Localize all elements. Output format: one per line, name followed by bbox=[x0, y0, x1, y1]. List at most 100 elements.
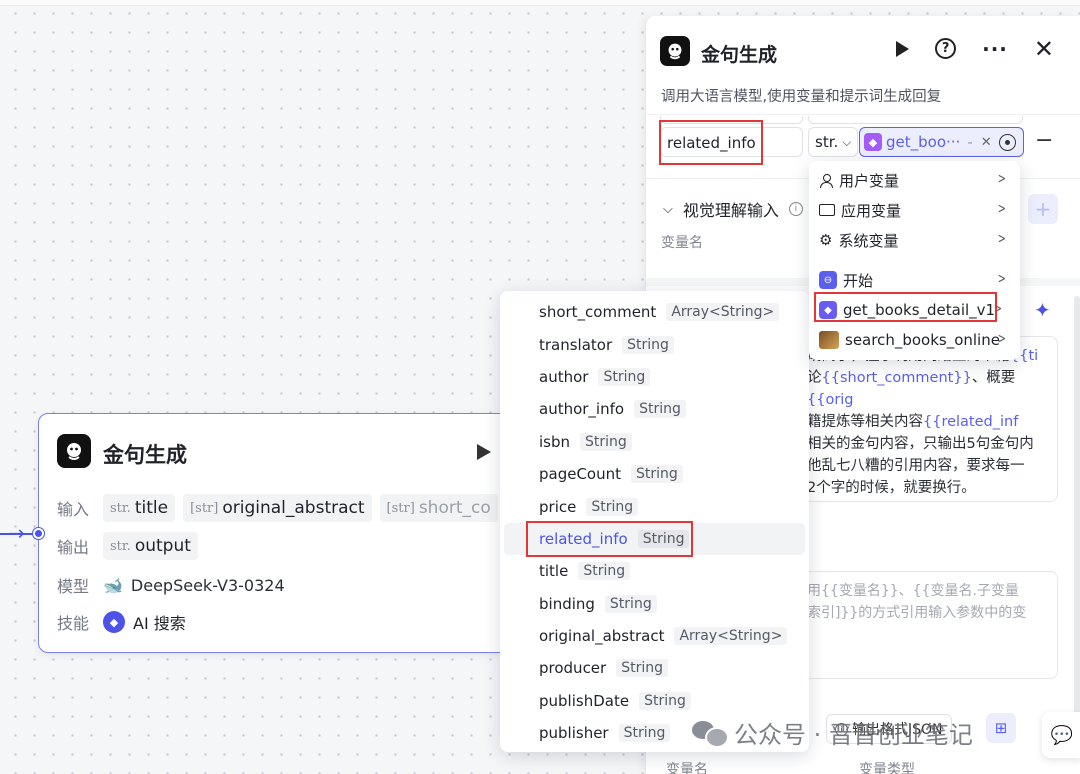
prompt-seg: 相关的金句内容，只输出5句金句内 bbox=[807, 436, 1034, 452]
field-item-selected[interactable]: related_info String bbox=[504, 522, 805, 556]
menu-item-system-variables[interactable]: ⚙ 系统变量 > bbox=[809, 225, 1020, 255]
chevron-right-icon: > bbox=[998, 201, 1007, 217]
prompt-editor[interactable]: 成高手，擅于利用网络上的书籍{{ti 论{{short_comment}}、概要… bbox=[796, 336, 1058, 502]
variable-type-select[interactable]: str. ⌵ bbox=[808, 127, 858, 157]
top-strip bbox=[0, 0, 1080, 6]
skill-label: 技能 bbox=[57, 614, 90, 633]
vision-input-section[interactable]: ⌵ 视觉理解输入 i bbox=[663, 197, 803, 221]
remove-row-icon[interactable]: − bbox=[1035, 128, 1053, 153]
menu-item-start[interactable]: ⊖ 开始 > bbox=[809, 265, 1020, 295]
field-item[interactable]: author_info String bbox=[500, 393, 809, 425]
cube-icon: ◆ bbox=[819, 301, 837, 319]
variable-name-input[interactable]: related_info bbox=[660, 127, 803, 157]
output-label: 输出 bbox=[57, 538, 90, 557]
output-tag: str. output bbox=[103, 532, 198, 560]
variable-source-menu: 用户变量 > 应用变量 > ⚙ 系统变量 > ⊖ 开始 > ◆ get_book… bbox=[809, 161, 1020, 360]
field-item[interactable]: title String bbox=[500, 555, 809, 587]
target-icon[interactable] bbox=[998, 133, 1016, 151]
node-inputs-row: 输入 str. title [str] original_abstract [str… bbox=[57, 494, 498, 522]
chevron-right-icon: > bbox=[994, 301, 1003, 317]
chevron-right-icon: > bbox=[998, 331, 1007, 347]
prompt-seg: 籍提炼等相关内容 bbox=[807, 414, 923, 430]
field-item[interactable]: producer String bbox=[500, 652, 809, 684]
more-icon[interactable]: ··· bbox=[982, 39, 1008, 59]
llm-node-card[interactable]: 金句生成 输入 str. title [str] original_abstract… bbox=[38, 413, 518, 653]
prompt-seg: 他乱七八糟的引用内容，要求每一 bbox=[807, 458, 1025, 474]
menu-item-app-variables[interactable]: 应用变量 > bbox=[809, 195, 1020, 225]
prompt-seg: 论 bbox=[807, 370, 822, 386]
ai-optimize-icon[interactable]: ✦ bbox=[1034, 298, 1051, 322]
chevron-down-icon: ⌵ bbox=[663, 201, 673, 217]
gear-icon: ⚙ bbox=[819, 230, 833, 249]
variable-reference-field[interactable]: ◆ get_boo··· - ✕ bbox=[859, 127, 1024, 157]
field-item[interactable]: original_abstract Array<String> bbox=[500, 620, 809, 652]
node-skill-row: 技能 ◆ AI 搜索 bbox=[57, 610, 186, 634]
node-input-port[interactable] bbox=[33, 528, 44, 539]
chevron-down-icon: ⌵ bbox=[842, 134, 852, 149]
whale-icon: 🐋 bbox=[103, 575, 123, 595]
panel-description: 调用大语言模型,使用变量和提示词生成回复 bbox=[661, 89, 942, 105]
field-item[interactable]: author String bbox=[500, 361, 809, 393]
field-item[interactable]: binding String bbox=[500, 588, 809, 620]
divider bbox=[646, 114, 1080, 115]
prompt-var: {{orig bbox=[807, 392, 854, 408]
run-icon[interactable] bbox=[896, 40, 910, 57]
watermark: 公众号 · 晋晋创业笔记 bbox=[692, 715, 973, 750]
column-var-name: 变量名 bbox=[666, 762, 708, 774]
previous-row-name bbox=[660, 116, 803, 124]
type-value: str. bbox=[815, 133, 839, 151]
field-item[interactable]: pageCount String bbox=[500, 458, 809, 490]
input-tag-short-comment: [str] short_co bbox=[379, 494, 498, 522]
node-run-icon[interactable] bbox=[477, 444, 491, 460]
chevron-right-icon: > bbox=[998, 231, 1007, 247]
node-output-row: 输出 str. output bbox=[57, 532, 198, 560]
user-icon bbox=[819, 173, 833, 188]
var-name-header: 变量名 bbox=[661, 235, 703, 251]
field-select-menu: short_comment Array<String> translator Str… bbox=[500, 291, 809, 752]
folder-icon bbox=[819, 204, 835, 216]
node-title: 金句生成 bbox=[103, 443, 187, 467]
wechat-icon bbox=[692, 719, 729, 748]
menu-item-get-books-detail[interactable]: ◆ get_books_detail_v1 > bbox=[813, 295, 1016, 325]
reference-value: get_boo··· bbox=[886, 133, 961, 151]
menu-item-user-variables[interactable]: 用户变量 > bbox=[809, 165, 1020, 195]
add-vision-input-button[interactable]: + bbox=[1028, 194, 1058, 224]
output-prompt-editor[interactable]: 用{{变量名}}、{{变量名.子变量 索引]}}的方式引用输入参数中的变 bbox=[796, 571, 1058, 679]
ai-search-icon: ◆ bbox=[103, 611, 125, 633]
chevron-right-icon: > bbox=[998, 171, 1007, 187]
info-icon: i bbox=[788, 202, 803, 216]
field-item[interactable]: isbn String bbox=[500, 426, 809, 458]
field-item[interactable]: short_comment Array<String> bbox=[500, 296, 809, 328]
model-name: DeepSeek-V3-0324 bbox=[130, 575, 285, 595]
node-model-row: 模型 🐋 DeepSeek-V3-0324 bbox=[57, 573, 285, 597]
node-logo-icon bbox=[57, 434, 91, 468]
panel-logo-icon bbox=[660, 36, 690, 66]
prompt-var: {{related_inf bbox=[923, 414, 1019, 430]
prompt-seg: 、概要 bbox=[971, 370, 1016, 386]
books-icon bbox=[819, 331, 839, 349]
panel-scrollbar[interactable] bbox=[1074, 296, 1080, 716]
vision-section-title: 视觉理解输入 bbox=[682, 201, 779, 220]
arrow-right-icon: → bbox=[8, 521, 25, 545]
skill-name: AI 搜索 bbox=[133, 614, 186, 633]
chevron-right-icon: > bbox=[998, 271, 1007, 287]
close-icon[interactable]: ✕ bbox=[1034, 37, 1054, 61]
add-output-button[interactable]: ⊞ bbox=[986, 713, 1016, 743]
input-tag-title: str. title bbox=[103, 494, 176, 522]
panel-title: 金句生成 bbox=[701, 44, 778, 66]
prompt-var: {{short_comment}} bbox=[821, 370, 972, 386]
panel-actions: ? ··· ✕ bbox=[896, 37, 1054, 61]
prompt-seg: 2个字的时候，就要换行。 bbox=[807, 480, 976, 496]
start-icon: ⊖ bbox=[819, 271, 837, 289]
column-var-type: 变量类型 bbox=[859, 762, 915, 774]
help-icon[interactable]: ? bbox=[935, 38, 957, 59]
clear-icon[interactable]: ✕ bbox=[981, 135, 992, 150]
input-tag-original-abstract: [str] original_abstract bbox=[183, 494, 372, 522]
field-item[interactable]: translator String bbox=[500, 328, 809, 360]
menu-item-search-books-online[interactable]: search_books_online > bbox=[809, 325, 1020, 355]
chat-bubble-icon[interactable]: 💬 bbox=[1042, 712, 1080, 758]
cube-icon: ◆ bbox=[864, 133, 882, 151]
field-item[interactable]: publishDate String bbox=[500, 685, 809, 717]
field-item[interactable]: price String bbox=[500, 490, 809, 522]
previous-row-ref bbox=[808, 116, 1023, 124]
